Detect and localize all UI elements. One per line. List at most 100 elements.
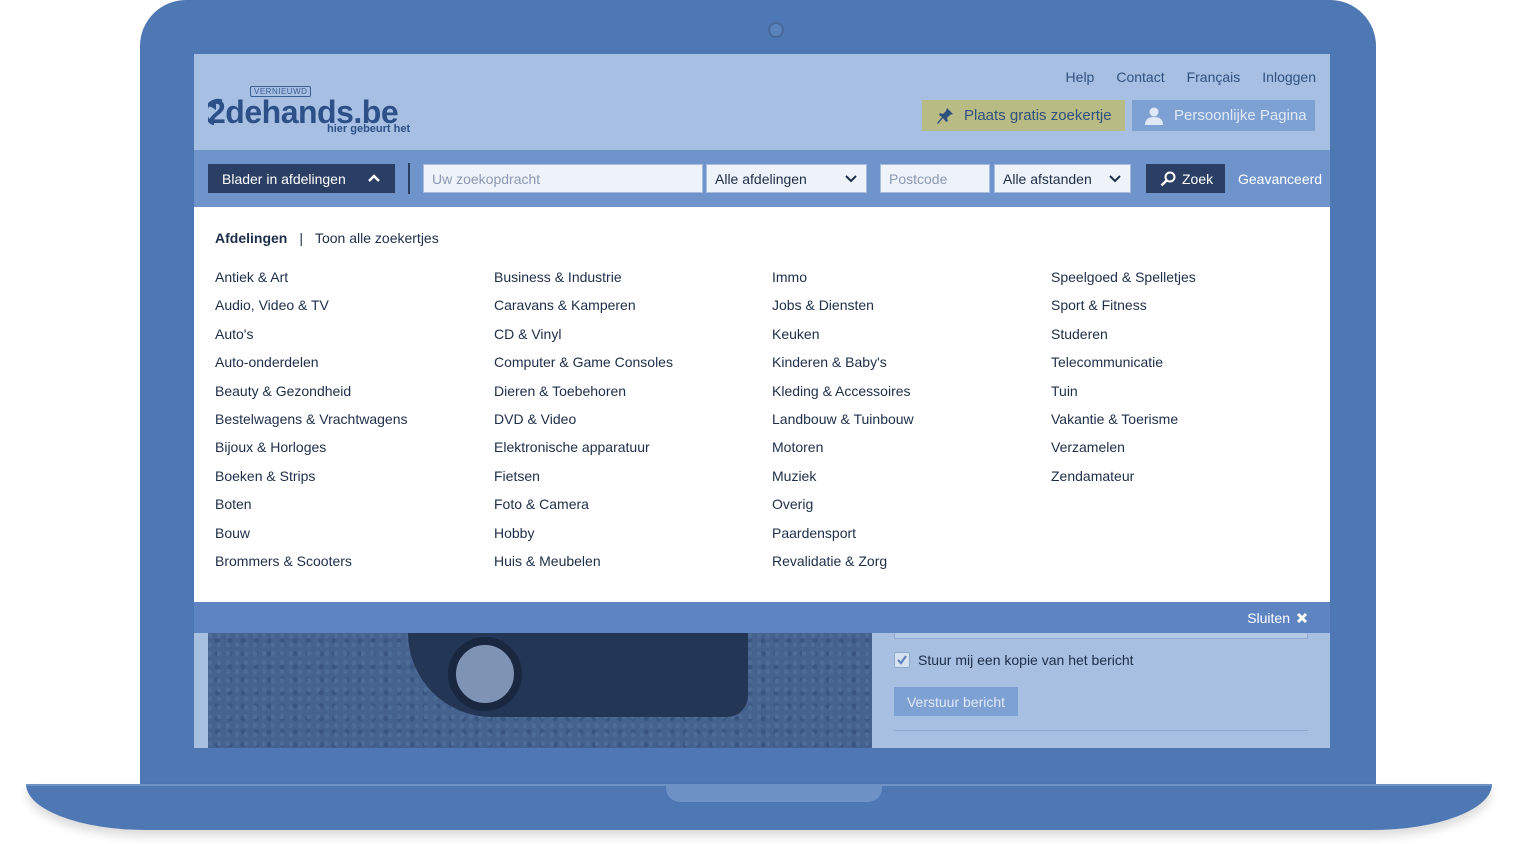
chevron-down-icon (1109, 175, 1121, 183)
category-link[interactable]: Immo (772, 268, 914, 296)
category-link[interactable]: Computer & Game Consoles (494, 353, 673, 381)
send-message-label: Verstuur bericht (906, 693, 1006, 710)
search-icon (1160, 171, 1176, 186)
place-ad-button[interactable]: Plaats gratis zoekertje (922, 100, 1125, 131)
postcode-input[interactable]: Postcode (880, 164, 990, 193)
search-button[interactable]: Zoek (1146, 164, 1225, 193)
category-column-4: Speelgoed & Spelletjes Sport & Fitness S… (1051, 268, 1196, 495)
search-bar: Blader in afdelingen Uw zoekopdracht All… (194, 150, 1330, 207)
site-logo[interactable]: VERNIEUWD 2dehands.be hier gebeurt het (208, 86, 418, 138)
category-link[interactable]: Tuin (1051, 382, 1196, 410)
category-column-1: Antiek & Art Audio, Video & TV Auto's Au… (215, 268, 407, 580)
site-header: VERNIEUWD 2dehands.be hier gebeurt het H… (194, 54, 1330, 150)
message-textarea[interactable] (894, 633, 1308, 639)
logo-tagline: hier gebeurt het (327, 123, 411, 135)
distance-select-value: Alle afstanden (1003, 170, 1092, 187)
contact-form: Stuur mij een kopie van het bericht Vers… (872, 633, 1330, 748)
distance-select[interactable]: Alle afstanden (994, 164, 1131, 193)
personal-page-button[interactable]: Persoonlijke Pagina (1132, 100, 1315, 131)
category-link[interactable]: Huis & Meubelen (494, 552, 673, 580)
category-link[interactable]: Elektronische apparatuur (494, 438, 673, 466)
listing-photo[interactable] (208, 633, 872, 748)
copy-checkbox-row[interactable]: Stuur mij een kopie van het bericht (894, 652, 1134, 668)
category-column-3: Immo Jobs & Diensten Keuken Kinderen & B… (772, 268, 914, 580)
departments-panel: Afdelingen | Toon alle zoekertjes Antiek… (194, 207, 1330, 602)
category-link[interactable]: Keuken (772, 325, 914, 353)
category-link[interactable]: Fietsen (494, 467, 673, 495)
send-message-button[interactable]: Verstuur bericht (894, 687, 1018, 716)
category-link[interactable]: Sport & Fitness (1051, 296, 1196, 324)
category-link[interactable]: Antiek & Art (215, 268, 407, 296)
category-link[interactable]: Foto & Camera (494, 495, 673, 523)
language-link[interactable]: Français (1187, 69, 1241, 85)
panel-tabs: Afdelingen | Toon alle zoekertjes (215, 230, 439, 246)
category-link[interactable]: Motoren (772, 438, 914, 466)
category-link[interactable]: Muziek (772, 467, 914, 495)
tab-all-listings[interactable]: Toon alle zoekertjes (315, 230, 439, 246)
category-link[interactable]: Jobs & Diensten (772, 296, 914, 324)
advanced-search-link[interactable]: Geavanceerd (1238, 171, 1322, 187)
login-link[interactable]: Inloggen (1262, 69, 1316, 85)
top-links: Help Contact Français Inloggen (1066, 69, 1316, 85)
category-link[interactable]: Studeren (1051, 325, 1196, 353)
category-link[interactable]: Bestelwagens & Vrachtwagens (215, 410, 407, 438)
category-link[interactable]: Verzamelen (1051, 438, 1196, 466)
category-link[interactable]: CD & Vinyl (494, 325, 673, 353)
category-link[interactable]: Caravans & Kamperen (494, 296, 673, 324)
photo-wheel (448, 637, 522, 711)
camera-dot-icon (768, 22, 784, 38)
category-link[interactable]: Overig (772, 495, 914, 523)
category-column-2: Business & Industrie Caravans & Kamperen… (494, 268, 673, 580)
close-panel-button[interactable]: Sluiten (1247, 610, 1308, 626)
category-link[interactable]: Boten (215, 495, 407, 523)
category-link[interactable]: Beauty & Gezondheid (215, 382, 407, 410)
category-link[interactable]: Revalidatie & Zorg (772, 552, 914, 580)
tab-departments[interactable]: Afdelingen (215, 230, 287, 246)
contact-link[interactable]: Contact (1116, 69, 1164, 85)
copy-checkbox[interactable] (894, 652, 910, 668)
category-link[interactable]: Auto's (215, 325, 407, 353)
check-icon (897, 655, 907, 665)
close-panel-label: Sluiten (1247, 610, 1290, 626)
category-link[interactable]: Bouw (215, 524, 407, 552)
category-link[interactable]: Kleding & Accessoires (772, 382, 914, 410)
place-ad-label: Plaats gratis zoekertje (964, 107, 1112, 124)
pin-icon (937, 107, 953, 124)
chevron-down-icon (845, 175, 857, 183)
browser-screen: VERNIEUWD 2dehands.be hier gebeurt het H… (194, 54, 1330, 748)
category-link[interactable]: Auto-onderdelen (215, 353, 407, 381)
search-divider (408, 163, 410, 194)
personal-page-label: Persoonlijke Pagina (1174, 107, 1307, 124)
postcode-placeholder: Postcode (889, 170, 948, 187)
panel-footer: Sluiten (194, 602, 1330, 633)
tab-separator: | (299, 230, 303, 246)
browse-departments-button[interactable]: Blader in afdelingen (208, 164, 395, 193)
category-link[interactable]: Telecommunicatie (1051, 353, 1196, 381)
copy-checkbox-label: Stuur mij een kopie van het bericht (918, 652, 1134, 668)
category-link[interactable]: Paardensport (772, 524, 914, 552)
department-select[interactable]: Alle afdelingen (706, 164, 867, 193)
help-link[interactable]: Help (1066, 69, 1095, 85)
department-select-value: Alle afdelingen (715, 170, 807, 187)
search-input[interactable]: Uw zoekopdracht (423, 164, 703, 193)
category-link[interactable]: Business & Industrie (494, 268, 673, 296)
category-link[interactable]: Hobby (494, 524, 673, 552)
category-link[interactable]: Landbouw & Tuinbouw (772, 410, 914, 438)
category-link[interactable]: Vakantie & Toerisme (1051, 410, 1196, 438)
category-link[interactable]: Brommers & Scooters (215, 552, 407, 580)
close-icon (1296, 612, 1308, 624)
category-link[interactable]: Kinderen & Baby's (772, 353, 914, 381)
form-divider (894, 730, 1308, 731)
category-link[interactable]: Speelgoed & Spelletjes (1051, 268, 1196, 296)
category-link[interactable]: DVD & Video (494, 410, 673, 438)
chevron-up-icon (368, 174, 380, 182)
category-link[interactable]: Dieren & Toebehoren (494, 382, 673, 410)
category-link[interactable]: Bijoux & Horloges (215, 438, 407, 466)
search-button-label: Zoek (1182, 170, 1214, 187)
category-link[interactable]: Boeken & Strips (215, 467, 407, 495)
browse-departments-label: Blader in afdelingen (222, 170, 346, 187)
user-icon (1145, 107, 1163, 125)
category-link[interactable]: Zendamateur (1051, 467, 1196, 495)
category-link[interactable]: Audio, Video & TV (215, 296, 407, 324)
laptop-notch (666, 784, 882, 802)
